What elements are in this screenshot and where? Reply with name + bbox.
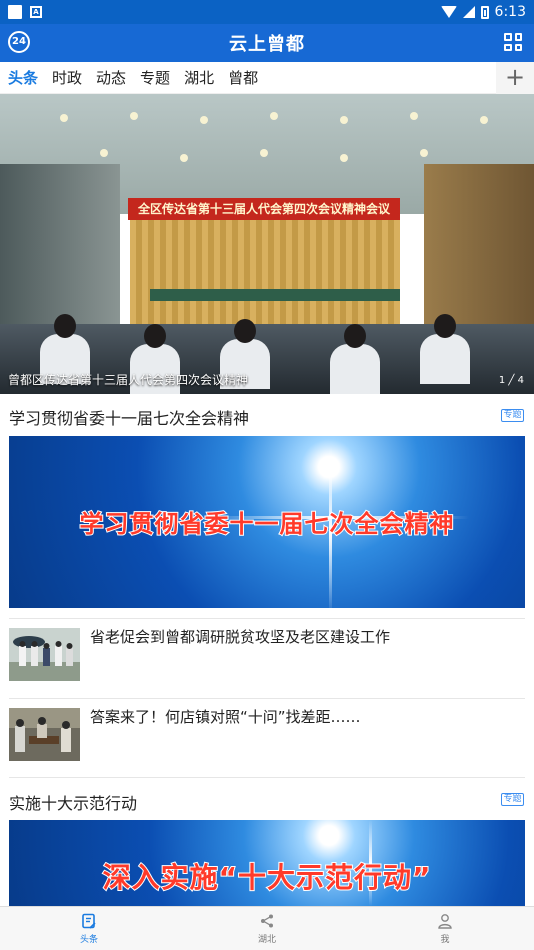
tab-headlines[interactable]: 头条	[8, 67, 38, 88]
notification-square-icon	[8, 5, 22, 19]
status-bar: A 6:13	[0, 0, 534, 24]
nav-hubei[interactable]: 湖北	[178, 907, 356, 950]
list-item[interactable]: 答案来了！何店镇对照“十问”找差距……	[9, 698, 525, 778]
grid-menu-icon[interactable]	[504, 33, 522, 51]
app-logo[interactable]: 24	[8, 31, 30, 53]
topic-badge: 专题	[501, 409, 524, 422]
hero-carousel[interactable]: 全区传达省第十三届人代会第四次会议精神会议 曾都区传达省第十三届人代会第四次会议…	[0, 94, 534, 394]
wifi-icon	[440, 6, 457, 18]
tab-hubei[interactable]: 湖北	[184, 67, 214, 88]
nav-hubei-label: 湖北	[257, 934, 276, 945]
add-channel-button[interactable]: +	[496, 62, 534, 94]
news-title: 省老促会到曾都调研脱贫攻坚及老区建设工作	[90, 628, 391, 646]
topic-banner-text: 深入实施“十大示范行动”	[102, 860, 432, 895]
app-title: 云上曾都	[229, 34, 305, 55]
topic-banner-text: 学习贯彻省委十一届七次全会精神	[79, 509, 455, 539]
notification-a-icon: A	[30, 6, 42, 18]
clock: 6:13	[494, 4, 526, 20]
app-bar: 24 云上曾都	[0, 24, 534, 62]
nav-headlines[interactable]: 头条	[0, 907, 178, 950]
news-icon	[82, 913, 96, 929]
nav-me[interactable]: 我	[356, 907, 534, 950]
divider	[9, 777, 525, 778]
meeting-banner: 全区传达省第十三届人代会第四次会议精神会议	[128, 198, 400, 220]
topic-banner[interactable]: 深入实施“十大示范行动”	[9, 820, 525, 906]
nav-me-label: 我	[440, 934, 450, 945]
channel-tabs: 头条 时政 动态 专题 湖北 曾都 +	[0, 62, 534, 94]
news-thumbnail	[9, 628, 80, 681]
hero-pager: 1 ╱ 4	[498, 375, 524, 386]
list-item[interactable]: 省老促会到曾都调研脱贫攻坚及老区建设工作	[9, 618, 525, 698]
news-thumbnail	[9, 708, 80, 761]
topic-title[interactable]: 学习贯彻省委十一届七次全会精神	[9, 405, 249, 429]
topic-title[interactable]: 实施十大示范行动	[9, 790, 137, 814]
tab-news[interactable]: 动态	[96, 67, 126, 88]
hero-caption: 曾都区传达省第十三届人代会第四次会议精神	[8, 373, 249, 387]
topic-badge: 专题	[501, 793, 524, 806]
tab-zengdu[interactable]: 曾都	[228, 67, 258, 88]
user-icon	[438, 913, 452, 929]
cell-signal-icon	[462, 6, 475, 18]
battery-icon	[480, 5, 489, 19]
news-title: 答案来了！何店镇对照“十问”找差距……	[90, 708, 361, 726]
stage-table	[150, 289, 400, 301]
nav-headlines-label: 头条	[79, 934, 98, 945]
tab-topics[interactable]: 专题	[140, 67, 170, 88]
tab-politics[interactable]: 时政	[52, 67, 82, 88]
topic-banner[interactable]: 学习贯彻省委十一届七次全会精神	[9, 436, 525, 608]
share-icon	[261, 914, 273, 927]
bottom-navigation: 头条 湖北 我	[0, 906, 534, 950]
